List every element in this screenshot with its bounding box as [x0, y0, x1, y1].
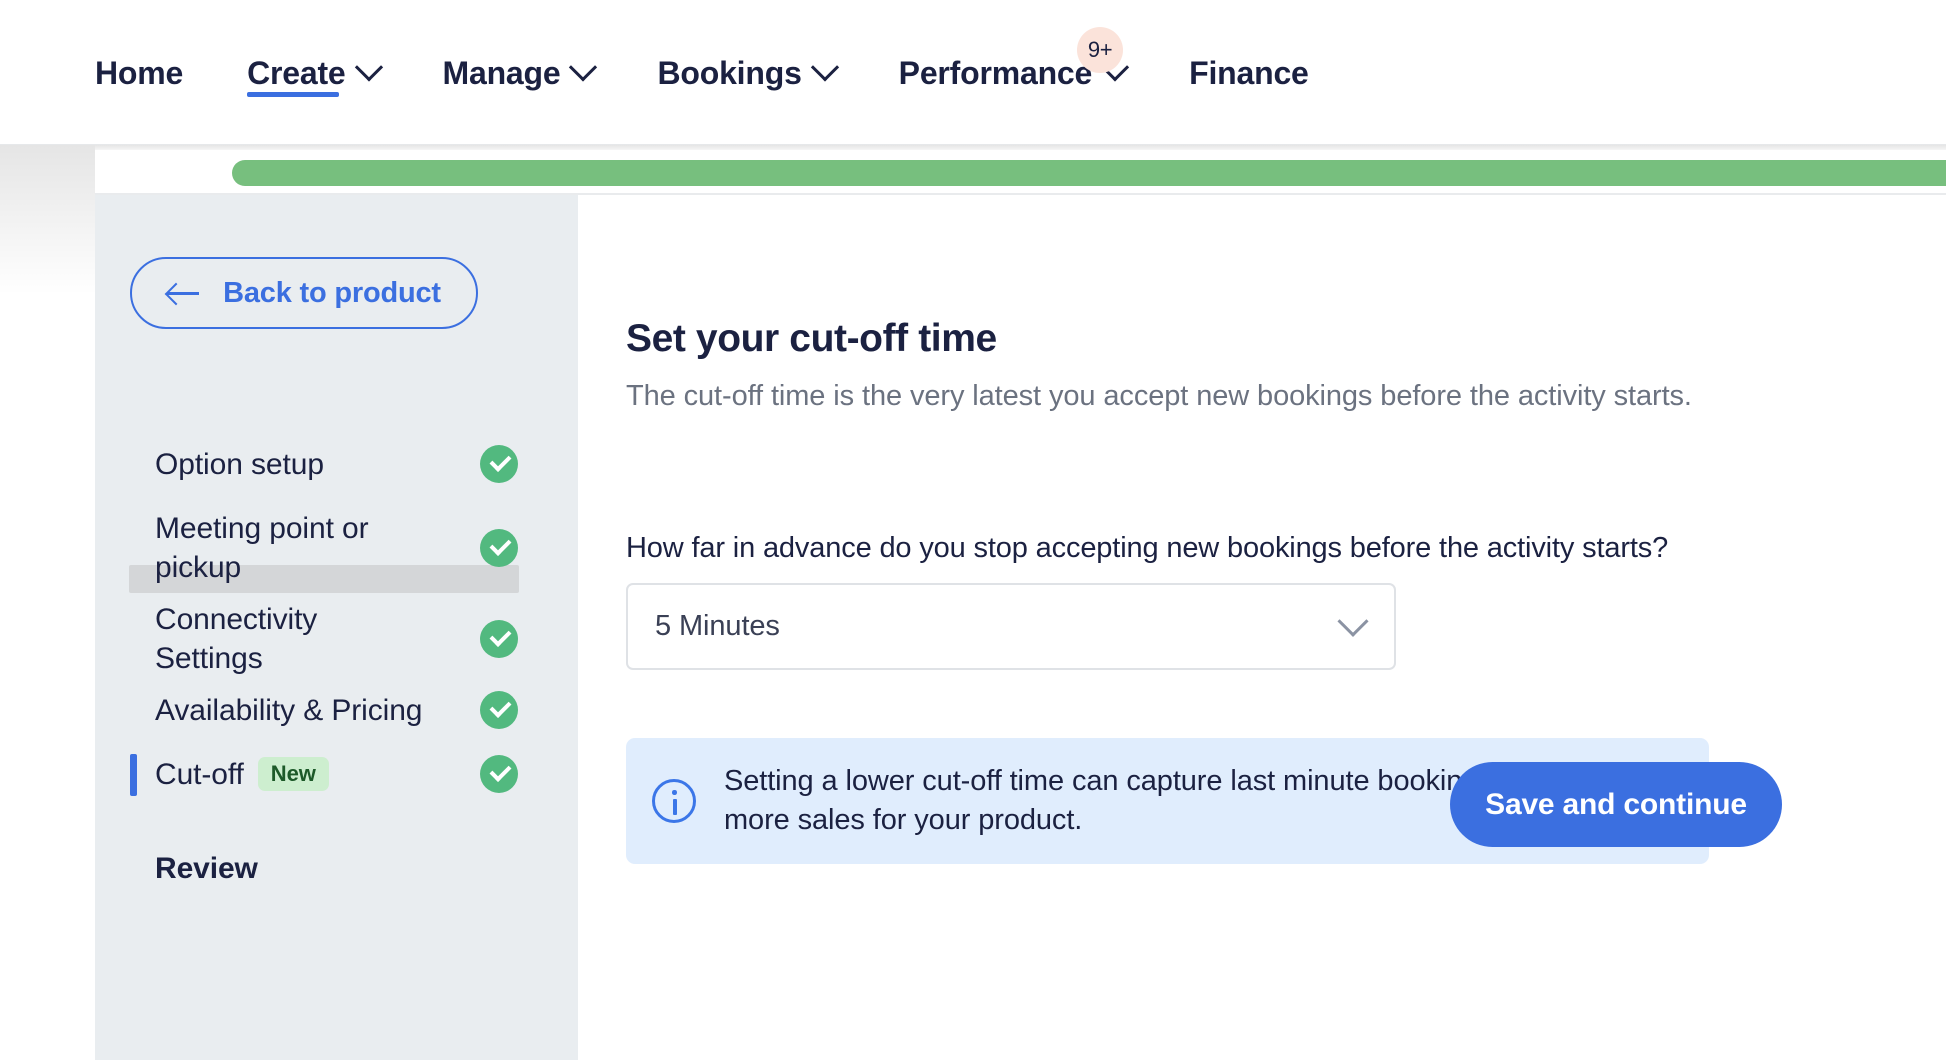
check-circle-icon [480, 691, 518, 729]
cutoff-time-selected-value: 5 Minutes [655, 610, 780, 642]
back-to-product-button[interactable]: Back to product [130, 257, 478, 329]
app-root: Home Create Manage Bookings Performance … [0, 0, 1946, 1060]
progress-fill [232, 160, 1946, 186]
save-and-continue-button[interactable]: Save and continue [1450, 762, 1782, 847]
notification-count-badge: 9+ [1077, 27, 1124, 73]
step-label: Cut-off New [155, 755, 329, 794]
new-badge: New [257, 757, 329, 791]
cutoff-time-select[interactable]: 5 Minutes [626, 583, 1396, 670]
active-nav-underline [247, 92, 340, 97]
wizard-step-list: Option setup Meeting point or pickup Con… [95, 432, 578, 900]
nav-item-bookings[interactable]: Bookings [625, 0, 866, 145]
sidebar-step-availability-and-pricing[interactable]: Availability & Pricing [95, 678, 578, 742]
check-circle-icon [480, 620, 518, 658]
arrow-left-icon [167, 281, 201, 305]
chevron-down-icon [569, 52, 598, 81]
check-circle-icon [480, 755, 518, 793]
nav-item-label: Bookings [657, 54, 802, 91]
step-label: Review [155, 851, 258, 885]
chevron-down-icon [810, 52, 839, 81]
wizard-sidebar: Back to product Option setup Meeting poi… [95, 195, 578, 1060]
page-description: The cut-off time is the very latest you … [626, 380, 1692, 412]
chevron-down-icon [1337, 605, 1369, 637]
nav-item-home[interactable]: Home [95, 0, 215, 145]
sidebar-step-meeting-point-or-pickup[interactable]: Meeting point or pickup [95, 496, 578, 600]
step-label-text: Cut-off [155, 757, 244, 791]
page-title: Set your cut-off time [626, 317, 997, 360]
step-label: Meeting point or pickup [155, 512, 369, 584]
sidebar-step-cut-off[interactable]: Cut-off New [95, 742, 578, 806]
nav-item-label: Home [95, 54, 184, 91]
nav-item-finance[interactable]: Finance [1157, 0, 1341, 145]
sidebar-step-option-setup[interactable]: Option setup [95, 432, 578, 496]
sidebar-step-connectivity-settings[interactable]: Connectivity Settings [95, 600, 578, 678]
back-to-product-label: Back to product [223, 276, 441, 309]
nav-item-label: Create [247, 54, 346, 91]
main-content: Set your cut-off time The cut-off time i… [578, 195, 1946, 1060]
wizard-progress-bar [95, 150, 1946, 195]
nav-item-performance[interactable]: Performance 9+ [867, 0, 1157, 145]
step-label: Option setup [155, 447, 324, 481]
active-step-indicator [130, 754, 137, 796]
top-navigation-items: Home Create Manage Bookings Performance … [95, 0, 1341, 145]
sidebar-step-review[interactable]: Review [95, 836, 578, 900]
nav-item-label: Performance [898, 54, 1093, 91]
check-circle-icon [480, 445, 518, 483]
nav-item-label: Manage [442, 54, 561, 91]
nav-item-label: Finance [1189, 54, 1309, 91]
cutoff-field-label: How far in advance do you stop accepting… [626, 532, 1669, 564]
top-navigation-bar: Home Create Manage Bookings Performance … [0, 0, 1946, 145]
step-label: Connectivity Settings [155, 603, 318, 675]
page-left-shadow [0, 145, 95, 1060]
step-label: Availability & Pricing [155, 693, 423, 727]
nav-item-create[interactable]: Create [215, 0, 410, 145]
info-circle-icon [652, 779, 696, 823]
nav-item-manage[interactable]: Manage [411, 0, 626, 145]
chevron-down-icon [354, 52, 383, 81]
check-circle-icon [480, 529, 518, 567]
